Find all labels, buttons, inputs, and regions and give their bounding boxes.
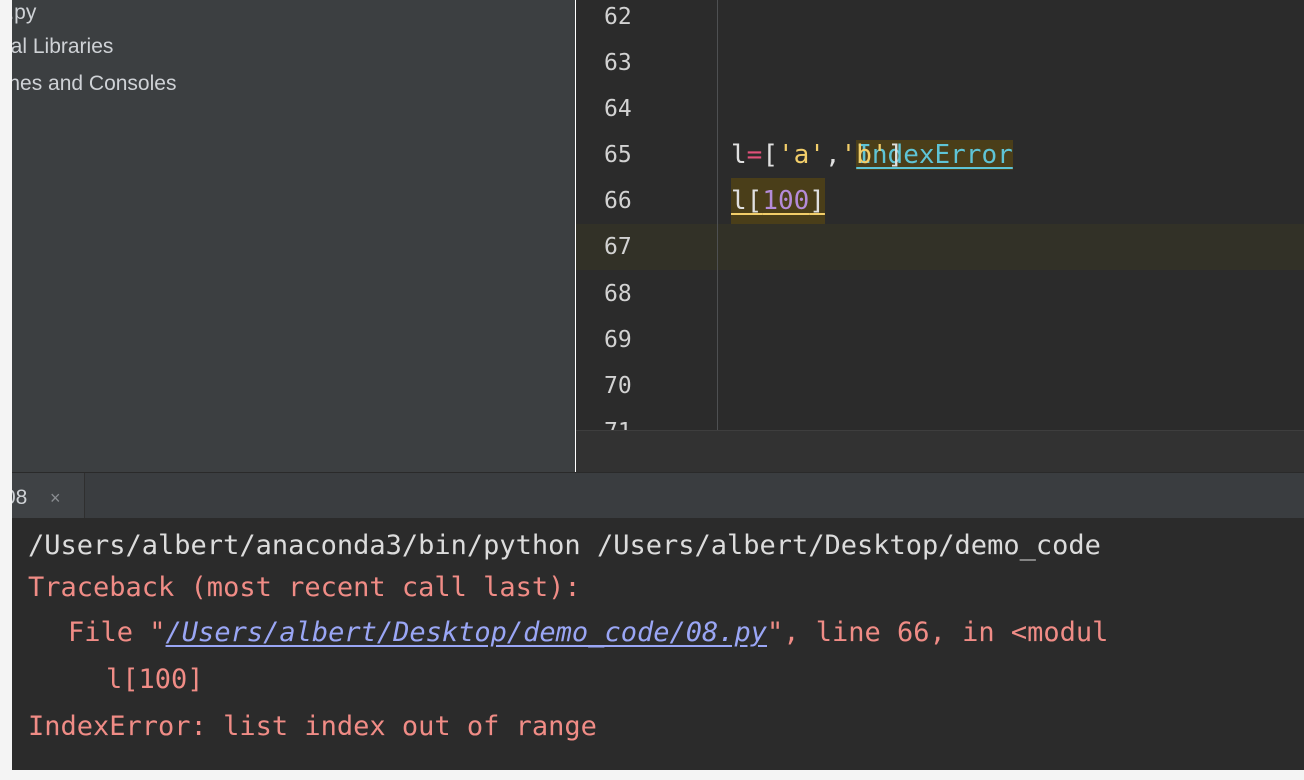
- editor-line: 68: [576, 271, 1304, 317]
- editor-line: 62: [576, 0, 1304, 40]
- token-string: 'b': [840, 140, 888, 170]
- file-suffix: ", line 66, in <modul: [767, 617, 1109, 648]
- token-variable: l: [731, 140, 747, 170]
- file-prefix: File ": [68, 617, 166, 648]
- traceback-code-line: l[100]: [106, 664, 204, 695]
- file-path-link[interactable]: /Users/albert/Desktop/demo_code/08.py: [166, 617, 767, 648]
- console-command-line: /Users/albert/anaconda3/bin/python /User…: [28, 530, 1101, 561]
- editor-line: 64 IndexError: [576, 86, 1304, 170]
- line-number: 64: [604, 96, 632, 122]
- token-number: 100: [762, 186, 810, 216]
- token-comma: ,: [824, 140, 841, 170]
- line-number: 69: [604, 327, 632, 353]
- traceback-header: Traceback (most recent call last):: [28, 572, 581, 603]
- token-bracket: [: [762, 140, 778, 170]
- gutter-divider: [717, 0, 718, 430]
- line-number: 67: [604, 234, 632, 260]
- line-number: 63: [604, 50, 632, 76]
- token-bracket: ]: [887, 140, 904, 170]
- run-tab-bar: 08 ×: [0, 472, 1304, 519]
- editor-line: 69: [576, 317, 1304, 363]
- editor-line: 66 l[100]: [576, 178, 1304, 224]
- tree-item-scratches-consoles[interactable]: tches and Consoles: [0, 69, 176, 99]
- editor-line: 63: [576, 40, 1304, 86]
- traceback-file-line: File "/Users/albert/Desktop/demo_code/08…: [68, 610, 1108, 656]
- line-number: 65: [604, 142, 632, 168]
- ide-window: st.py rnal Libraries tches and Consoles …: [0, 0, 1304, 780]
- run-console[interactable]: /Users/albert/anaconda3/bin/python /User…: [0, 518, 1304, 780]
- code-text[interactable]: l[100]: [731, 178, 825, 224]
- line-number: 70: [604, 373, 632, 399]
- token-bracket: ]: [809, 186, 825, 216]
- close-icon[interactable]: ×: [50, 473, 61, 523]
- exception-message: IndexError: list index out of range: [28, 711, 597, 742]
- editor-line-current[interactable]: 67: [576, 224, 1304, 270]
- editor-line: 65 l=['a','b']: [576, 132, 1304, 178]
- line-number: 68: [604, 281, 632, 307]
- screenshot-margin-left: [0, 0, 12, 780]
- line-number: 66: [604, 188, 632, 214]
- project-sidebar: st.py rnal Libraries tches and Consoles: [0, 0, 575, 472]
- tree-item-external-libraries[interactable]: rnal Libraries: [0, 32, 113, 62]
- screenshot-margin-bottom: [0, 770, 1304, 780]
- editor-bottom-strip: [576, 430, 1304, 472]
- code-text[interactable]: l=['a','b']: [731, 132, 903, 178]
- token-variable: l[: [731, 186, 763, 216]
- token-operator: =: [746, 140, 763, 170]
- code-editor[interactable]: 62 63 64 IndexError 65 l=['a','b'] 66 l[…: [576, 0, 1304, 472]
- line-number: 62: [604, 4, 632, 30]
- token-string: 'a': [777, 140, 825, 170]
- editor-line: 70: [576, 363, 1304, 409]
- run-tab[interactable]: 08 ×: [0, 473, 85, 519]
